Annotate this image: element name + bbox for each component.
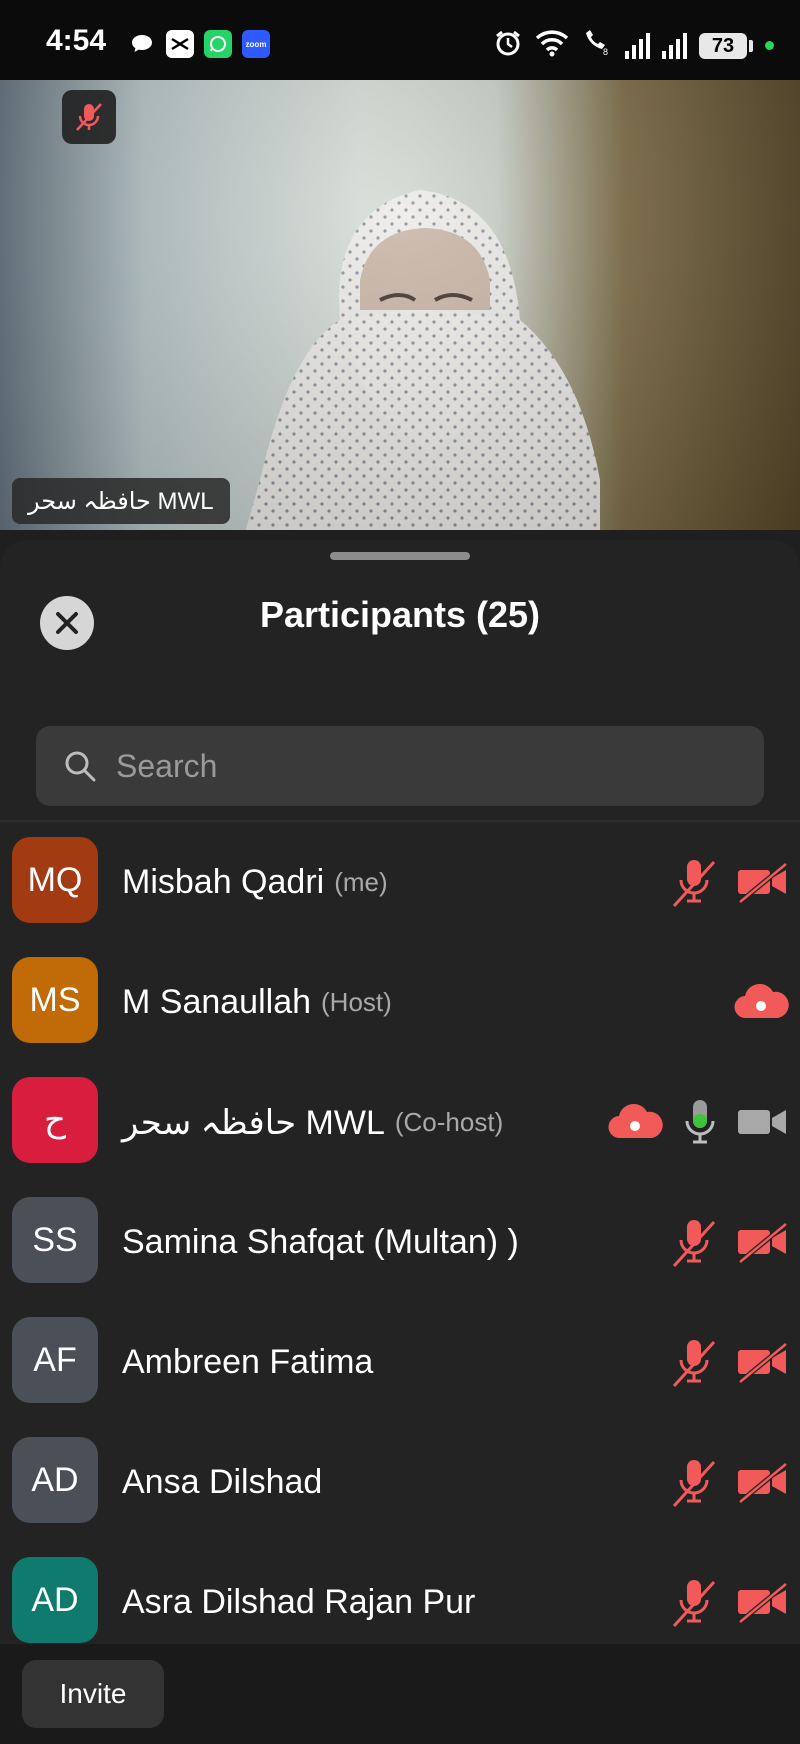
participant-row[interactable]: AD Ansa Dilshad bbox=[0, 1422, 800, 1542]
active-speaker-video[interactable]: حافظہ سحر MWL bbox=[0, 80, 800, 530]
participants-sheet: Participants (25) MQ Misbah Qadri (me) MS M … bbox=[0, 540, 800, 1744]
participant-name: Samina Shafqat (Multan) ) bbox=[122, 1182, 519, 1302]
participant-name-text: Samina Shafqat (Multan) ) bbox=[122, 1222, 519, 1261]
participant-row[interactable]: AF Ambreen Fatima bbox=[0, 1302, 800, 1422]
participant-name: Misbah Qadri (me) bbox=[122, 822, 388, 942]
avatar: AF bbox=[12, 1317, 98, 1403]
status-bar: 4:54 zoom 8 73 bbox=[0, 0, 800, 88]
participant-name-text: حافظہ سحر MWL bbox=[122, 1103, 385, 1142]
avatar: MQ bbox=[12, 837, 98, 923]
avatar: AD bbox=[12, 1437, 98, 1523]
status-time: 4:54 bbox=[46, 24, 107, 57]
participant-name: Ambreen Fatima bbox=[122, 1302, 373, 1422]
battery-nub bbox=[749, 39, 753, 52]
participant-name: حافظہ سحر MWL (Co-host) bbox=[122, 1062, 503, 1182]
alarm-icon bbox=[493, 28, 523, 63]
video-off-icon bbox=[736, 1580, 790, 1624]
cloud-recording-icon bbox=[732, 982, 790, 1022]
video-on-icon bbox=[736, 1100, 790, 1144]
mic-muted-icon bbox=[670, 856, 718, 908]
status-right-icons: 8 73 bbox=[493, 28, 774, 63]
mic-active-icon bbox=[682, 1096, 718, 1148]
participant-status-icons bbox=[732, 942, 790, 1062]
active-dot-icon bbox=[765, 41, 774, 50]
whatsapp-icon bbox=[204, 30, 232, 58]
zoom-icon: zoom bbox=[242, 30, 270, 58]
video-off-icon bbox=[736, 1340, 790, 1384]
svg-text:8: 8 bbox=[603, 47, 608, 57]
video-off-icon bbox=[736, 1460, 790, 1504]
wifi-call-icon: 8 bbox=[581, 29, 613, 62]
participant-status-icons bbox=[670, 1422, 790, 1542]
video-off-icon bbox=[736, 860, 790, 904]
speaker-image bbox=[245, 190, 600, 530]
participant-role: (Host) bbox=[321, 986, 392, 1017]
participant-status-icons bbox=[670, 1302, 790, 1422]
participant-name-text: M Sanaullah bbox=[122, 982, 312, 1021]
participant-name: Asra Dilshad Rajan Pur bbox=[122, 1542, 475, 1644]
search-box[interactable] bbox=[36, 726, 764, 806]
participant-list[interactable]: MQ Misbah Qadri (me) MS M Sanaullah (Host) ح حا… bbox=[0, 822, 800, 1644]
mic-muted-icon bbox=[670, 1576, 718, 1628]
participant-name-text: Asra Dilshad Rajan Pur bbox=[122, 1582, 476, 1621]
participant-row[interactable]: AD Asra Dilshad Rajan Pur bbox=[0, 1542, 800, 1644]
video-mic-muted-badge bbox=[62, 90, 116, 144]
participant-row[interactable]: ح حافظہ سحر MWL (Co-host) bbox=[0, 1062, 800, 1182]
participant-role: (me) bbox=[334, 866, 388, 897]
avatar: MS bbox=[12, 957, 98, 1043]
participant-name: Ansa Dilshad bbox=[122, 1422, 322, 1542]
bottom-bar: Invite bbox=[0, 1644, 800, 1744]
participant-status-icons bbox=[670, 1182, 790, 1302]
mic-muted-icon bbox=[670, 1456, 718, 1508]
participant-status-icons bbox=[670, 1542, 790, 1644]
participant-name-text: Misbah Qadri bbox=[122, 862, 325, 901]
participant-name-text: Ansa Dilshad bbox=[122, 1462, 323, 1501]
mic-muted-icon bbox=[670, 1336, 718, 1388]
notification-icons: zoom bbox=[128, 30, 270, 58]
avatar: AD bbox=[12, 1557, 98, 1643]
speaker-name-tag: حافظہ سحر MWL bbox=[12, 478, 230, 524]
signal-icon bbox=[625, 32, 650, 59]
battery-icon: 73 bbox=[699, 32, 747, 59]
participant-row[interactable]: MQ Misbah Qadri (me) bbox=[0, 822, 800, 942]
participant-status-icons bbox=[606, 1062, 790, 1182]
signal-icon bbox=[662, 32, 687, 59]
participant-row[interactable]: SS Samina Shafqat (Multan) ) bbox=[0, 1182, 800, 1302]
search-input[interactable] bbox=[114, 735, 764, 797]
participant-status-icons bbox=[670, 822, 790, 942]
chat-bubble-icon bbox=[128, 30, 156, 58]
wifi-icon bbox=[535, 29, 569, 62]
mic-muted-icon bbox=[670, 1216, 718, 1268]
cloud-recording-icon bbox=[606, 1102, 664, 1142]
avatar: ح bbox=[12, 1077, 98, 1163]
capcut-icon bbox=[166, 30, 194, 58]
participant-row[interactable]: MS M Sanaullah (Host) bbox=[0, 942, 800, 1062]
mic-muted-icon bbox=[76, 103, 102, 131]
search-icon bbox=[60, 746, 100, 786]
invite-button[interactable]: Invite bbox=[22, 1660, 164, 1728]
drag-handle[interactable] bbox=[330, 552, 470, 560]
sheet-title: Participants (25) bbox=[259, 594, 541, 635]
avatar: SS bbox=[12, 1197, 98, 1283]
participant-role: (Co-host) bbox=[394, 1106, 504, 1137]
video-off-icon bbox=[736, 1220, 790, 1264]
participant-name: M Sanaullah (Host) bbox=[122, 942, 392, 1062]
participant-name-text: Ambreen Fatima bbox=[122, 1342, 374, 1381]
